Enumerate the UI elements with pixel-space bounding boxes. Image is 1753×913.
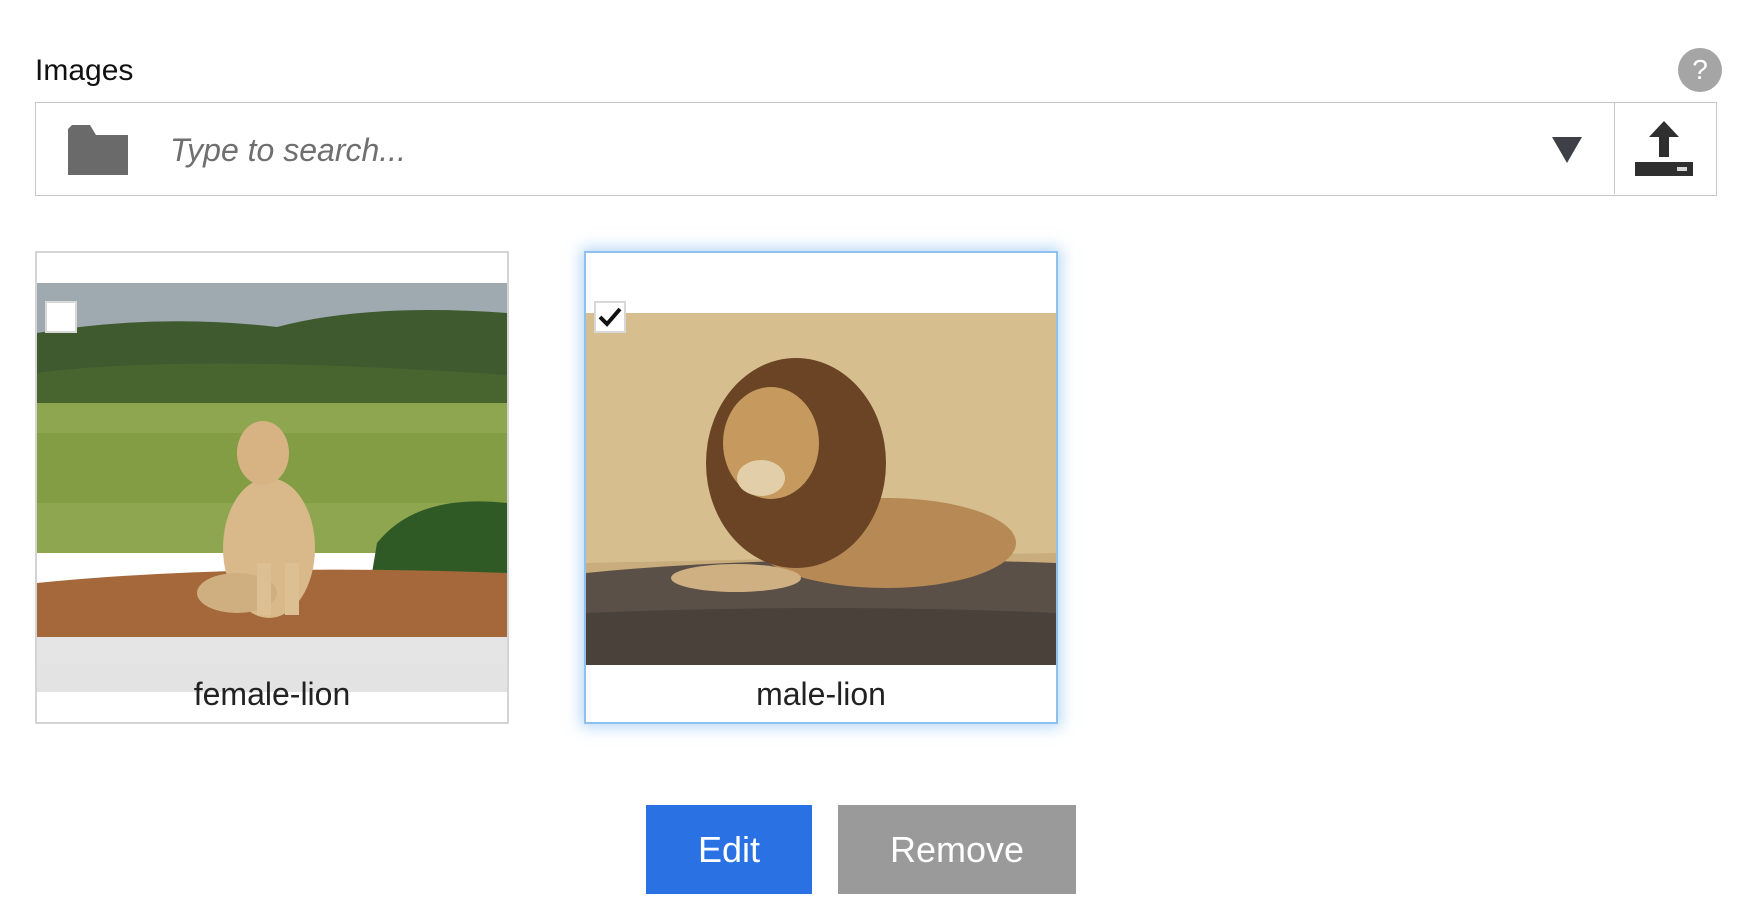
female-lion-image [37,283,507,667]
image-caption: male-lion [756,676,886,712]
edit-button[interactable]: Edit [646,805,812,894]
folder-icon[interactable] [68,125,128,175]
select-checkbox[interactable] [594,301,626,333]
image-caption: female-lion [37,664,507,722]
upload-icon [1635,121,1693,176]
image-picker [35,102,1717,196]
image-tile-male-lion[interactable]: male-lion [584,251,1058,724]
upload-button[interactable] [1614,103,1716,194]
dropdown-arrow-icon[interactable] [1552,137,1582,163]
help-icon[interactable]: ? [1678,48,1722,92]
images-field-label: Images [35,54,134,87]
select-checkbox[interactable] [45,301,77,333]
search-input[interactable] [168,121,1352,179]
checkmark-icon [598,307,622,327]
image-tile-female-lion[interactable]: female-lion [35,251,509,724]
male-lion-image [586,313,1056,665]
remove-button[interactable]: Remove [838,805,1076,894]
